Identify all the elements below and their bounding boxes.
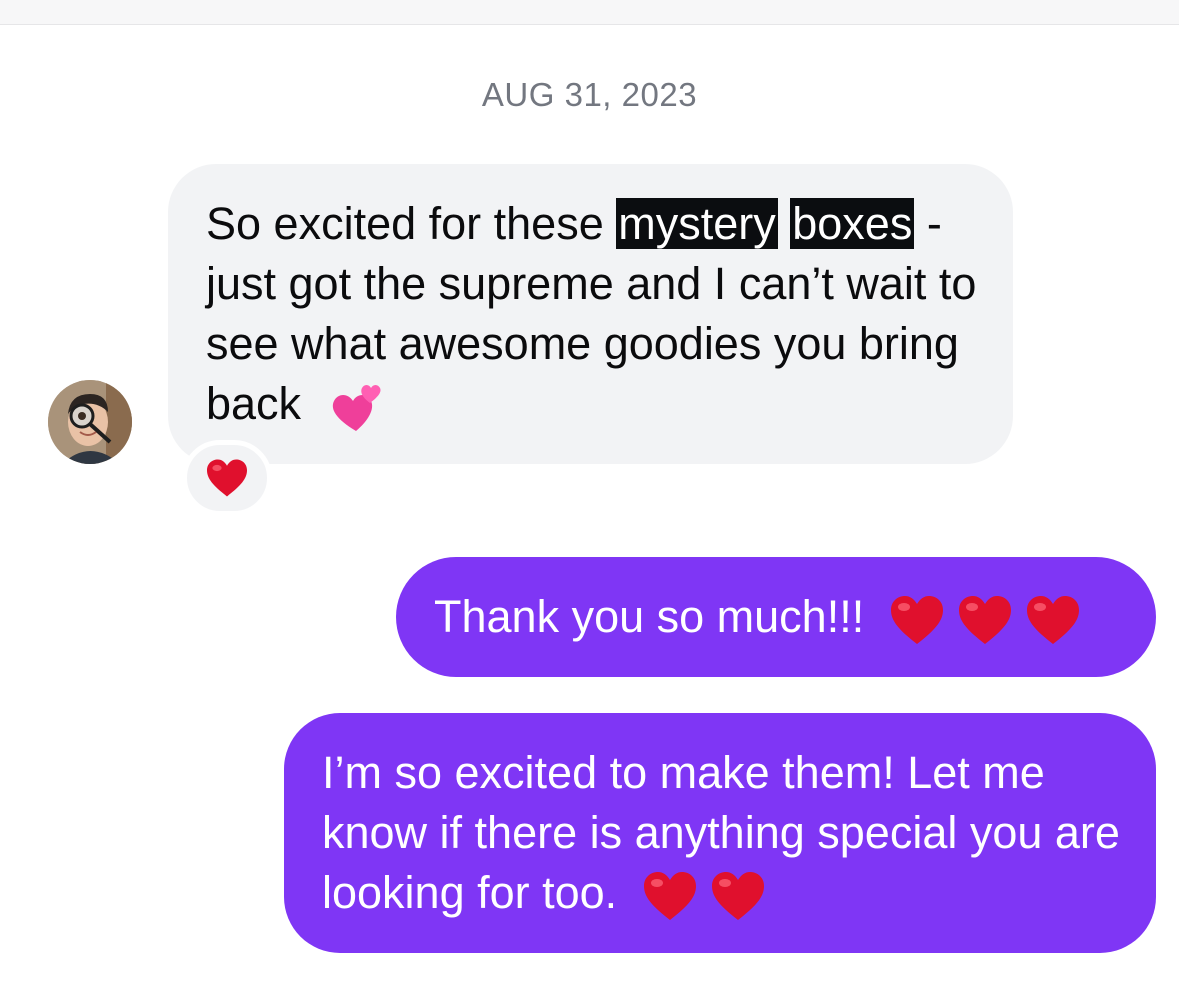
- date-separator: AUG 31, 2023: [481, 76, 698, 113]
- red-heart-icon: [711, 872, 764, 921]
- reaction-badge[interactable]: [182, 440, 272, 516]
- red-heart-icon: [207, 459, 247, 497]
- message-text: Thank you so much!!!: [434, 591, 865, 642]
- outgoing-message-bubble[interactable]: I’m so excited to make them! Let me know…: [284, 713, 1156, 953]
- top-bar: [0, 0, 1179, 25]
- red-heart-icon: [958, 596, 1011, 645]
- red-heart-icon: [1026, 596, 1079, 645]
- red-heart-icon: [643, 872, 696, 921]
- red-heart-icon: [890, 596, 943, 645]
- highlighted-word: mystery: [616, 198, 778, 249]
- outgoing-message-bubble[interactable]: Thank you so much!!!: [396, 557, 1156, 677]
- highlighted-word: boxes: [790, 198, 915, 249]
- two-hearts-icon: [332, 385, 381, 432]
- incoming-message-bubble[interactable]: So excited for these mystery boxes - jus…: [168, 164, 1013, 464]
- user-avatar-icon[interactable]: [48, 380, 132, 464]
- message-text-start: So excited for these: [206, 198, 617, 249]
